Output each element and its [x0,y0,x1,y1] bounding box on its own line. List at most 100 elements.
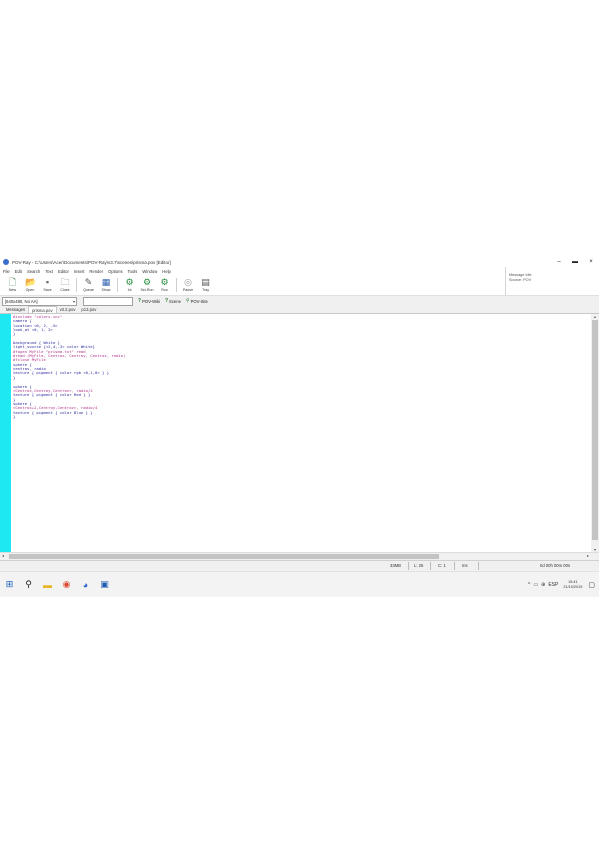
tab-prisma-pov[interactable]: prisma.pov [28,306,57,313]
toolbar-label: Pause [182,288,194,292]
toolbar-button-queue[interactable]: ✎ Queue [80,275,97,295]
chevron-down-icon: ▾ [72,298,75,304]
toolbar-button-show[interactable]: ▦ Show [98,275,115,295]
toolbar-button-close[interactable]: 🗀 Close [57,275,74,295]
toolbar-label: Open [25,288,35,292]
horizontal-scrollbar[interactable]: ◂ ▸ [0,552,599,560]
command-line-input[interactable] [83,296,133,306]
tab-messages[interactable]: Messages [3,306,28,313]
help-links: ? POV-Wiki? Scene ⚲ POV-Site [133,298,208,304]
status-divider [454,562,455,570]
menu-item-file[interactable]: File [3,269,10,274]
window-title: POV-Ray - C:\Users\Acer\Documents\POV-Ra… [12,259,171,265]
toolbar: 🗋 New 📂 Open ▪ Save 🗀 Close ✎ Queue ▦ Show ⚙ Ini ⚙ Sel-… [0,275,505,295]
link-label: POV-Site [190,298,208,304]
maximize-button[interactable]: ▬ [567,257,583,267]
toolbar-label: Ini [127,288,132,292]
tray-item[interactable]: ESP [548,582,558,588]
toolbar-button-sel-run[interactable]: ⚙ Sel-Run [139,275,156,295]
clock-date: 21/10/2019 [563,585,583,589]
toolbar-button-tray[interactable]: ▤ Tray [197,275,214,295]
status-divider [408,562,409,570]
notification-icon[interactable]: ▢ [588,581,595,589]
file-explorer-icon[interactable]: ▬ [38,572,57,598]
menu-item-insert[interactable]: Insert [74,269,84,274]
editor-tabs: Messages prisma.pov v3.2.pov p13.pov [0,306,599,314]
toolbar-button-save[interactable]: ▪ Save [39,275,56,295]
scroll-left-icon[interactable]: ◂ [2,553,4,558]
toolbar-button-pause[interactable]: ◎ Pause [180,275,197,295]
tab-v3-2-pov[interactable]: v3.2.pov [57,306,79,313]
help-icon: ? [138,298,142,304]
menu-item-text[interactable]: Text [45,269,53,274]
ini-icon: ⚙ [125,277,134,287]
menu-item-options[interactable]: Options [108,269,122,274]
scroll-right-icon[interactable]: ▸ [587,553,589,558]
link-pov-wiki[interactable]: ? POV-Wiki [138,298,160,304]
povray-icon[interactable]: ◕ [76,572,95,598]
insert-mode-status: Ins [462,563,468,568]
toolbar-separator [117,278,118,292]
clock[interactable]: 15:41 21/10/2019 [563,580,582,590]
code-area[interactable]: #include "colors.inc" camera {location <0… [13,314,583,419]
new-file-icon: 🗋 [8,277,17,287]
status-divider [478,562,479,570]
link-label: POV-Wiki [142,298,160,304]
close-button[interactable]: × [583,257,599,267]
resolution-select[interactable]: [640x480, No AA] ▾ [2,296,77,306]
system-tray: ^ ▭ ⊕ ESP 15:41 21/10/2019 ▢ [525,572,595,598]
menu-item-search[interactable]: Search [27,269,40,274]
tray-item[interactable]: ^ [528,582,530,588]
scroll-up-icon[interactable]: ▴ [591,314,599,319]
menu-bar: File Edit Search Text Editor Insert Render Opti… [0,267,505,275]
menu-item-render[interactable]: Render [89,269,103,274]
link-scene[interactable]: ? Scene [165,298,181,304]
horizontal-scroll-thumb[interactable] [9,554,439,559]
run-icon: ⚙ [160,277,169,287]
menu-item-editor[interactable]: Editor [58,269,69,274]
close-file-icon: 🗀 [60,277,70,287]
menu-item-tools[interactable]: Tools [128,269,138,274]
toolbar-button-new[interactable]: 🗋 New [4,275,21,295]
toolbar-button-open[interactable]: 📂 Open [22,275,39,295]
window-controls: – ▬ × [551,257,599,267]
taskbar-apps: ⊞ ⚲ ▬ ◉ ◕ ▣ [0,572,114,598]
link-label: Scene [169,298,181,304]
save-icon: ▪ [45,277,50,287]
toolbar-label: Queue [83,288,94,292]
toolbar-label: Run [161,288,168,292]
toolbar-label: Tray [201,288,210,292]
message-line-2: Source: POV [509,278,532,282]
toolbar-button-run[interactable]: ⚙ Run [156,275,173,295]
editor-gutter [0,314,11,552]
povray-window: POV-Ray - C:\Users\Acer\Documents\POV-Ra… [0,257,599,597]
tab-p13-pov[interactable]: p13.pov [78,306,99,313]
chrome-icon[interactable]: ◉ [57,572,76,598]
vertical-scroll-thumb[interactable] [592,320,598,540]
link-pov-site[interactable]: ⚲ POV-Site [186,298,208,304]
menu-item-help[interactable]: Help [162,269,171,274]
line-status: L: 25 [414,563,424,568]
minimize-button[interactable]: – [551,257,567,267]
toolbar-button-ini[interactable]: ⚙ Ini [121,275,138,295]
open-folder-icon: 📂 [25,277,37,287]
help-icon: ? [164,298,169,304]
word-icon[interactable]: ▣ [95,572,114,598]
code-editor[interactable]: #include "colors.inc" camera {location <0… [0,314,599,552]
message-panel: Message Idle Source: POV [505,267,599,295]
vertical-scrollbar[interactable]: ▴ ▾ [591,314,599,552]
menu-item-edit[interactable]: Edit [15,269,22,274]
toolbar-label: Save [43,288,52,292]
windows-taskbar: ⊞ ⚲ ▬ ◉ ◕ ▣ ^ ▭ ⊕ ESP 15:41 21/10/2019 ▢ [0,571,599,597]
tray-item[interactable]: ▭ [533,582,538,588]
render-time-status: 0d 00h 00m 00s [540,563,571,568]
toolbar-separator [76,278,77,292]
start-icon[interactable]: ⊞ [0,572,19,598]
menu-item-window[interactable]: Window [142,269,157,274]
tray-icon: ▤ [201,277,210,287]
title-bar: POV-Ray - C:\Users\Acer\Documents\POV-Ra… [0,257,599,267]
tray-item[interactable]: ⊕ [541,582,545,588]
toolbar-label: Close [60,288,70,292]
toolbar-separator [175,278,177,292]
search-icon[interactable]: ⚲ [19,572,38,598]
